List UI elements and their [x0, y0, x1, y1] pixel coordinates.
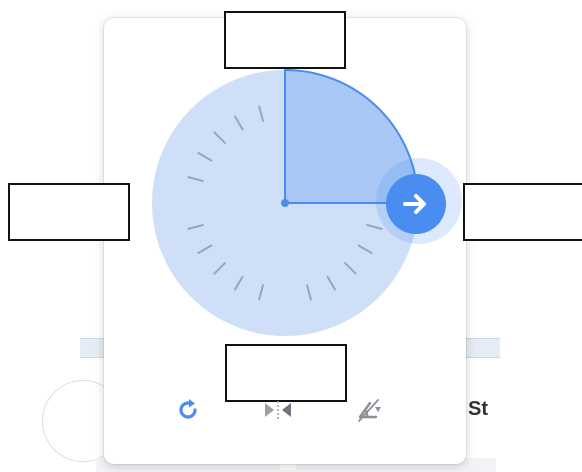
reset-angle-button[interactable]: [352, 392, 388, 428]
flip-horizontal-icon: [265, 401, 291, 419]
label-top: [224, 11, 346, 69]
reset-angle-icon: [358, 399, 381, 422]
arrow-right-icon: [403, 194, 426, 214]
screen: St: [0, 0, 582, 472]
label-right: [463, 183, 582, 241]
rotate-clockwise-icon: [179, 399, 197, 419]
flip-horizontal-button[interactable]: [260, 392, 296, 428]
dial-center-dot: [281, 199, 289, 207]
dial-handle[interactable]: [386, 174, 446, 234]
label-left: [8, 183, 130, 241]
rotate-button[interactable]: [170, 392, 206, 428]
